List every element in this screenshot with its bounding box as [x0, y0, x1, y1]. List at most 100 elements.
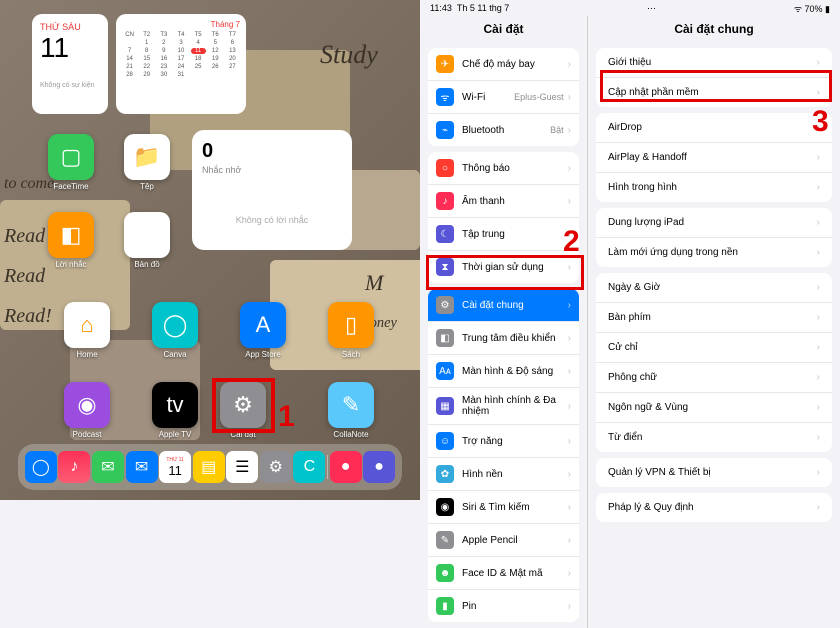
row-label: Face ID & Mật mã [462, 568, 568, 579]
dock-divider [327, 455, 328, 479]
settings-row[interactable]: ⚙Cài đặt chung› [428, 289, 579, 322]
row-label: Pháp lý & Quy định [608, 502, 817, 513]
settings-detail: Cài đặt chung Giới thiệu›Cập nhật phần m… [588, 16, 840, 628]
dock-music-icon[interactable]: ♪ [58, 451, 90, 483]
dock-reminders-icon[interactable]: ☰ [226, 451, 258, 483]
dock: ◯ ♪ ✉ ✉ THỨ 11 11 ▤ ☰ ⚙ C ● ● [18, 444, 402, 490]
chevron-icon: › [568, 601, 571, 612]
settings-row[interactable]: ⌁BluetoothBật› [428, 114, 579, 146]
detail-row[interactable]: Dung lượng iPad› [596, 208, 832, 238]
chevron-icon: › [568, 59, 571, 70]
detail-row[interactable]: Hình trong hình› [596, 173, 832, 202]
detail-row[interactable]: Ngày & Giờ› [596, 273, 832, 303]
settings-row[interactable]: ◧Trung tâm điều khiển› [428, 322, 579, 355]
chevron-icon: › [568, 568, 571, 579]
chevron-icon: › [568, 125, 571, 136]
row-label: Âm thanh [462, 196, 568, 207]
dock-recent-icon[interactable]: ● [330, 451, 362, 483]
detail-row[interactable]: Quản lý VPN & Thiết bị› [596, 458, 832, 487]
dock-settings-icon[interactable]: ⚙ [260, 451, 292, 483]
row-icon: ✎ [436, 531, 454, 549]
settings-row[interactable]: ▦Màn hình chính & Đa nhiệm› [428, 388, 579, 425]
chevron-icon: › [568, 196, 571, 207]
settings-sidebar: Cài đặt ✈︎Chế độ máy bay›ᯤWi-FiEplus-Gue… [420, 16, 588, 628]
settings-row[interactable]: ✎Apple Pencil› [428, 524, 579, 557]
dock-messages-icon[interactable]: ✉ [92, 451, 124, 483]
chevron-icon: › [817, 342, 820, 353]
chevron-icon: › [817, 432, 820, 443]
detail-row[interactable]: Từ điển› [596, 423, 832, 452]
appletv-app-icon[interactable]: tv [152, 382, 198, 428]
row-icon: ▮ [436, 597, 454, 615]
books-app-icon[interactable]: ▯ [328, 302, 374, 348]
files-app-icon[interactable]: 📁 [124, 134, 170, 180]
dock-mail-icon[interactable]: ✉ [126, 451, 158, 483]
settings-row[interactable]: ▮Pin› [428, 590, 579, 622]
chevron-icon: › [817, 467, 820, 478]
settings-row[interactable]: ♪ Âm thanh› [428, 185, 579, 218]
chevron-icon: › [817, 282, 820, 293]
chevron-icon: › [568, 92, 571, 103]
row-icon: ♪ [436, 192, 454, 210]
row-icon: ○ [436, 159, 454, 177]
settings-group: ✈︎Chế độ máy bay›ᯤWi-FiEplus-Guest›⌁Blue… [428, 48, 579, 146]
facetime-app-icon[interactable]: ▢ [48, 134, 94, 180]
row-icon: ◧ [436, 329, 454, 347]
detail-group: AirDrop›AirPlay & Handoff›Hình trong hìn… [596, 113, 832, 202]
detail-title: Cài đặt chung [588, 16, 840, 42]
chevron-icon: › [817, 502, 820, 513]
detail-row[interactable]: Phông chữ› [596, 363, 832, 393]
chevron-icon: › [568, 366, 571, 377]
settings-row[interactable]: ☾Tập trung› [428, 218, 579, 251]
detail-row[interactable]: AirPlay & Handoff› [596, 143, 832, 173]
dock-canva-icon[interactable]: C [293, 451, 325, 483]
settings-row[interactable]: ◉Siri & Tìm kiếm› [428, 491, 579, 524]
detail-row[interactable]: Pháp lý & Quy định› [596, 493, 832, 522]
chevron-icon: › [568, 469, 571, 480]
app-label: FaceTime [41, 182, 101, 191]
row-icon: ᯤ [436, 88, 454, 106]
podcasts-app-icon[interactable]: ◉ [64, 382, 110, 428]
settings-row[interactable]: ☻Face ID & Mật mã› [428, 557, 579, 590]
detail-row[interactable]: Cử chỉ› [596, 333, 832, 363]
app-label: Sách [321, 350, 381, 359]
detail-row[interactable]: Làm mới ứng dụng trong nền› [596, 238, 832, 267]
settings-row[interactable]: ᯤWi-FiEplus-Guest› [428, 81, 579, 114]
detail-group: Dung lượng iPad›Làm mới ứng dụng trong n… [596, 208, 832, 267]
row-label: Ngày & Giờ [608, 282, 817, 293]
appstore-app-icon[interactable]: A [240, 302, 286, 348]
settings-row[interactable]: AᴀMàn hình & Độ sáng› [428, 355, 579, 388]
ipad-homescreen: Study to come Read Read Read! M Save mon… [0, 0, 420, 500]
row-label: Bàn phím [608, 312, 817, 323]
chevron-icon: › [817, 247, 820, 258]
chevron-icon: › [817, 57, 820, 68]
settings-row[interactable]: ✿Hình nền› [428, 458, 579, 491]
dock-notes-icon[interactable]: ▤ [193, 451, 225, 483]
dock-calendar-icon[interactable]: THỨ 11 11 [159, 451, 191, 483]
app-label: Apple TV [145, 430, 205, 439]
collanote-app-icon[interactable]: ✎ [328, 382, 374, 428]
chevron-icon: › [568, 401, 571, 412]
row-icon: ✈︎ [436, 55, 454, 73]
dock-safari-icon[interactable]: ◯ [25, 451, 57, 483]
settings-row[interactable]: ☺Trợ năng› [428, 425, 579, 458]
app-label: Home [57, 350, 117, 359]
detail-row[interactable]: Ngôn ngữ & Vùng› [596, 393, 832, 423]
detail-row[interactable]: AirDrop› [596, 113, 832, 143]
status-dots: ⋯ [647, 3, 656, 14]
chevron-icon: › [817, 402, 820, 413]
canva-app-icon[interactable]: ◯ [152, 302, 198, 348]
settings-row[interactable]: ○Thông báo› [428, 152, 579, 185]
chevron-icon: › [817, 312, 820, 323]
shortcuts-app-icon[interactable]: ◧ [48, 212, 94, 258]
maps-app-icon[interactable]: 🗺 [124, 212, 170, 258]
settings-row[interactable]: ✈︎Chế độ máy bay› [428, 48, 579, 81]
home-app-icon[interactable]: ⌂ [64, 302, 110, 348]
row-label: AirDrop [608, 122, 817, 133]
row-icon: ☾ [436, 225, 454, 243]
detail-row[interactable]: Bàn phím› [596, 303, 832, 333]
chevron-icon: › [568, 535, 571, 546]
chevron-icon: › [817, 152, 820, 163]
chevron-icon: › [817, 372, 820, 383]
dock-recent-icon[interactable]: ● [363, 451, 395, 483]
